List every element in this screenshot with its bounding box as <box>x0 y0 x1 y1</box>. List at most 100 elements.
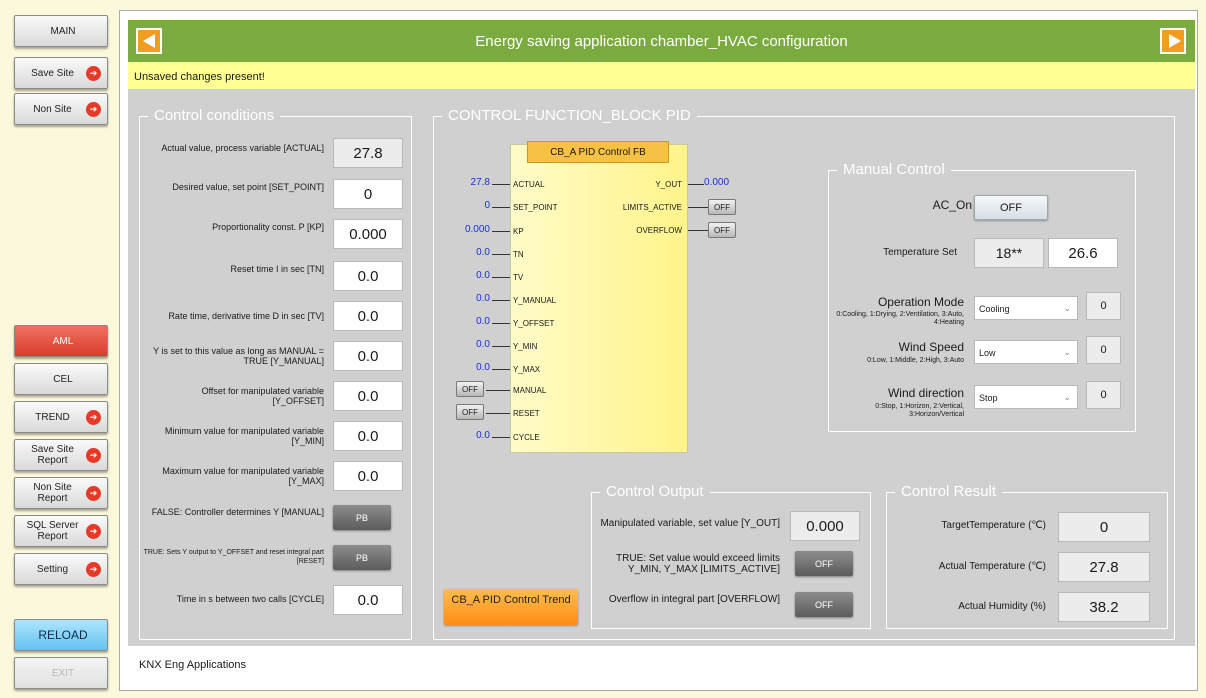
operation-mode-selected: Cooling <box>979 304 1010 314</box>
pin-label-y-offset: Y_OFFSET <box>513 319 555 328</box>
arrow-right-circle-icon: ➔ <box>86 561 101 577</box>
pin-connector <box>688 230 708 231</box>
cc-input-y-offset[interactable]: 0.0 <box>333 381 403 411</box>
cr-label-actual-humidity: Actual Humidity (%) <box>958 601 1046 612</box>
pin-connector <box>492 254 510 255</box>
pin-label-limits-active: LIMITS_ACTIVE <box>622 203 682 212</box>
cc-input-y-min[interactable]: 0.0 <box>333 421 403 451</box>
cc-label-manual: FALSE: Controller determines Y [MANUAL] <box>151 507 324 517</box>
operation-mode-select[interactable]: Cooling ⌄ <box>974 296 1078 320</box>
pin-connector <box>486 390 510 391</box>
wind-speed-hint: 0:Low, 1:Middle, 2:High, 3:Auto <box>867 357 964 364</box>
pin-connector <box>688 184 704 185</box>
reset-pushbutton[interactable]: PB <box>333 545 391 570</box>
ac-on-label: AC_On <box>932 198 972 212</box>
temperature-set-label: Temperature Set <box>883 247 957 258</box>
pin-value-y-manual: 0.0 <box>476 293 490 304</box>
control-result-title: Control Result <box>895 483 1003 500</box>
control-conditions-title: Control conditions <box>148 107 281 124</box>
reload-button[interactable]: RELOAD <box>14 619 108 651</box>
cc-input-y-max[interactable]: 0.0 <box>333 461 403 491</box>
arrow-right-circle-icon: ➔ <box>86 485 101 501</box>
next-page-button[interactable] <box>1160 28 1186 54</box>
function-block-section-title: CONTROL FUNCTION_BLOCK PID <box>442 107 697 124</box>
arrow-right-circle-icon: ➔ <box>86 101 101 117</box>
pin-label-manual: MANUAL <box>513 386 547 395</box>
exit-button[interactable]: EXIT <box>14 657 108 689</box>
pin-value-reset: OFF <box>456 404 484 420</box>
wind-direction-value: 0 <box>1086 381 1121 409</box>
save-site-report-button[interactable]: Save Site Report ➔ <box>14 439 108 471</box>
save-site-button[interactable]: Save Site ➔ <box>14 57 108 89</box>
trend-label: TREND <box>35 411 70 423</box>
wind-direction-select[interactable]: Stop ⌄ <box>974 385 1078 409</box>
wind-speed-label: Wind Speed <box>898 340 964 354</box>
wind-speed-value: 0 <box>1086 336 1121 364</box>
pin-label-actual: ACTUAL <box>513 180 545 189</box>
main-button[interactable]: MAIN <box>14 15 108 47</box>
pin-label-cycle: CYCLE <box>513 433 540 442</box>
cr-value-actual-humidity: 38.2 <box>1058 592 1150 622</box>
cc-input-tn[interactable]: 0.0 <box>333 261 403 291</box>
sql-server-report-label: SQL Server Report <box>26 520 79 542</box>
pin-value-y-out: 0.000 <box>704 177 730 188</box>
sql-server-report-button[interactable]: SQL Server Report ➔ <box>14 515 108 547</box>
setting-label: Setting <box>36 563 69 575</box>
temperature-set-input[interactable]: 26.6 <box>1048 238 1118 268</box>
co-label-overflow: Overflow in integral part [OVERFLOW] <box>608 594 780 605</box>
wind-direction-selected: Stop <box>979 393 998 403</box>
cc-label-tn: Reset time I in sec [TN] <box>230 264 324 274</box>
pin-label-tn: TN <box>513 250 524 259</box>
cr-label-target-temperature: TargetTemperature (℃) <box>941 520 1046 531</box>
cc-input-tv[interactable]: 0.0 <box>333 301 403 331</box>
main-button-label: MAIN <box>50 25 76 37</box>
operation-mode-value: 0 <box>1086 292 1121 320</box>
cr-value-actual-temperature: 27.8 <box>1058 552 1150 582</box>
non-site-label: Non Site <box>33 103 72 115</box>
pin-connector <box>486 413 510 414</box>
pin-connector <box>492 277 510 278</box>
wind-speed-selected: Low <box>979 348 996 358</box>
pin-label-y-manual: Y_MANUAL <box>513 296 557 305</box>
title-bar: Energy saving application chamber_HVAC c… <box>128 20 1195 62</box>
non-site-button[interactable]: Non Site ➔ <box>14 93 108 125</box>
chevron-down-icon: ⌄ <box>1063 347 1071 357</box>
cc-label-tv: Rate time, derivative time D in sec [TV] <box>168 311 324 321</box>
reload-label: RELOAD <box>38 627 88 642</box>
pin-value-y-min: 0.0 <box>476 339 490 350</box>
co-value-y-out: 0.000 <box>790 511 860 541</box>
cc-label-y-offset: Offset for manipulated variable [Y_OFFSE… <box>201 386 324 406</box>
cel-button[interactable]: CEL <box>14 363 108 395</box>
cc-label-actual: Actual value, process variable [ACTUAL] <box>161 143 324 153</box>
ac-on-toggle[interactable]: OFF <box>974 195 1048 220</box>
manual-pushbutton[interactable]: PB <box>333 505 391 530</box>
pin-label-y-min: Y_MIN <box>513 342 538 351</box>
cc-input-kp[interactable]: 0.000 <box>333 219 403 249</box>
non-site-report-label: Non Site Report <box>33 482 72 504</box>
cc-label-kp: Proportionality const. P [KP] <box>212 222 324 232</box>
pin-label-y-out: Y_OUT <box>655 180 682 189</box>
temperature-set-left: 18** <box>974 238 1044 268</box>
pin-value-y-max: 0.0 <box>476 362 490 373</box>
aml-label: AML <box>52 335 74 347</box>
cc-value-actual: 27.8 <box>333 138 403 168</box>
exit-label: EXIT <box>51 667 75 679</box>
cc-input-y-manual[interactable]: 0.0 <box>333 341 403 371</box>
pin-value-manual: OFF <box>456 381 484 397</box>
pin-connector <box>492 207 510 208</box>
wind-speed-select[interactable]: Low ⌄ <box>974 340 1078 364</box>
operation-mode-label: Operation Mode <box>877 295 964 309</box>
pin-connector <box>492 323 510 324</box>
cr-value-target-temperature: 0 <box>1058 512 1150 542</box>
non-site-report-button[interactable]: Non Site Report ➔ <box>14 477 108 509</box>
unsaved-warning: Unsaved changes present! <box>128 62 1195 89</box>
pin-value-overflow: OFF <box>708 222 736 238</box>
aml-button[interactable]: AML <box>14 325 108 357</box>
footer: KNX Eng Applications <box>128 646 1195 682</box>
arrow-right-circle-icon: ➔ <box>86 409 101 425</box>
setting-button[interactable]: Setting ➔ <box>14 553 108 585</box>
cc-input-cycle[interactable]: 0.0 <box>333 585 403 615</box>
trend-button[interactable]: TREND ➔ <box>14 401 108 433</box>
pid-control-trend-button[interactable]: CB_A PID Control Trend <box>444 589 578 625</box>
cc-input-set-point[interactable]: 0 <box>333 179 403 209</box>
